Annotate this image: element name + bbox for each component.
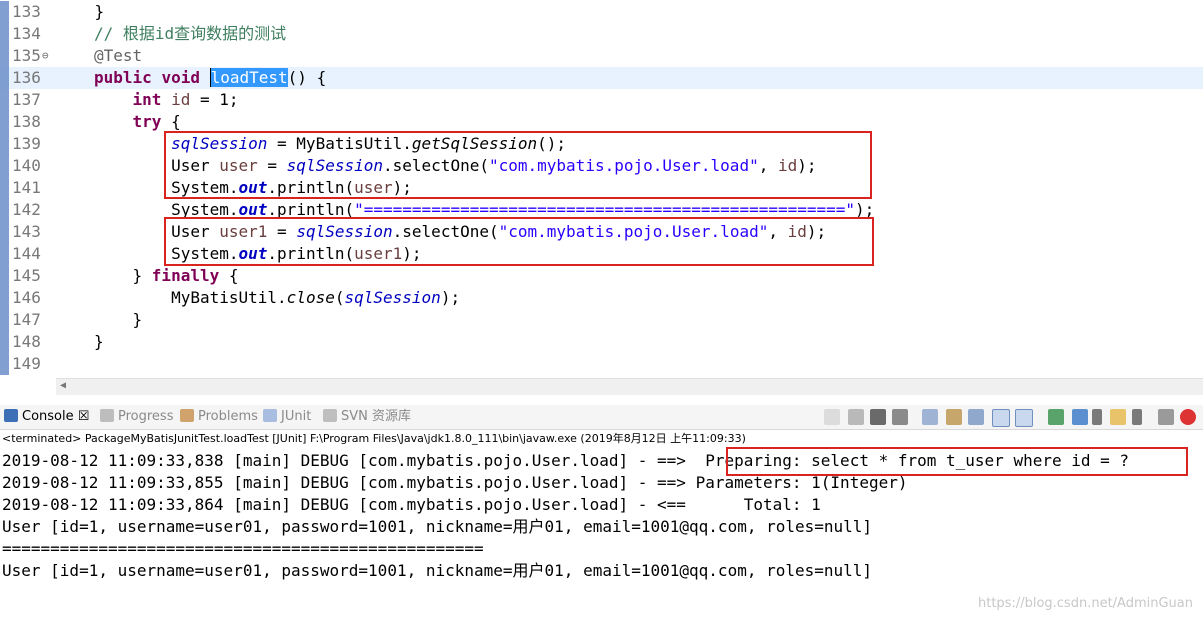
line-number: 136 [12,68,41,87]
code-text: } finally { [94,266,239,285]
junit-icon [263,409,277,422]
highlight-box [164,217,874,266]
line-number: 140 [12,156,41,175]
line-number: 138 [12,112,41,131]
code-editor[interactable]: 133 } 134 // 根据id查询数据的测试 135 ⊖ @Test 136… [0,0,1203,378]
progress-icon [100,409,114,422]
terminate-icon[interactable] [848,409,864,425]
line-number: 145 [12,266,41,285]
code-text: try { [132,112,181,131]
code-text: } [94,332,104,351]
open-console-icon[interactable] [1110,409,1126,425]
show-on-stderr-icon[interactable] [1015,409,1033,427]
console-line: User [id=1, username=user01, password=10… [2,561,873,580]
tab-junit[interactable]: JUnit [263,405,311,429]
console-status: <terminated> PackageMyBatisJunitTest.loa… [2,432,746,445]
line-number: 146 [12,288,41,307]
watermark: https://blog.csdn.net/AdminGuan [977,596,1193,611]
code-text: } [94,310,143,329]
line-number: 142 [12,200,41,219]
remove-all-icon[interactable] [892,409,908,425]
line-number: 148 [12,332,41,351]
minimize-icon[interactable] [1158,409,1174,425]
pin-console-icon[interactable] [1048,409,1064,425]
maximize-icon[interactable] [1180,409,1196,425]
code-text: public void loadTest() { [94,68,327,87]
code-text: } [56,2,105,21]
annotation-text: @Test [94,46,143,65]
line-number: 133 [12,2,41,21]
svn-icon [323,409,337,422]
view-tab-bar: Console ☒ Progress Problems JUnit SVN 资源… [0,405,1203,430]
line-number: 141 [12,178,41,197]
scroll-left-icon[interactable]: ◀ [60,380,66,391]
console-line: 2019-08-12 11:09:33,864 [main] DEBUG [co… [2,495,821,514]
remove-launch-icon[interactable] [824,409,840,425]
code-line[interactable]: 147 } [0,309,1203,331]
horizontal-scrollbar[interactable]: ◀ [56,378,1203,395]
highlight-box [164,131,872,199]
chevron-down-icon[interactable] [1132,409,1142,425]
tab-problems[interactable]: Problems [180,405,258,429]
line-number: 144 [12,244,41,263]
console-line: User [id=1, username=user01, password=10… [2,517,873,536]
remove-terminated-icon[interactable] [870,409,886,425]
code-line[interactable]: 145 } finally { [0,265,1203,287]
word-wrap-icon[interactable] [968,409,984,425]
tab-console[interactable]: Console ☒ [4,405,89,429]
fold-collapse-icon[interactable]: ⊖ [42,45,49,67]
code-line[interactable]: 146 MyBatisUtil.close(sqlSession); [0,287,1203,309]
comment-text: // 根据id查询数据的测试 [94,24,287,43]
chevron-down-icon[interactable] [1092,409,1102,425]
line-number: 137 [12,90,41,109]
code-line-current[interactable]: 136 public void loadTest() { [0,67,1203,89]
code-line[interactable]: 133 } [0,1,1203,23]
code-text: MyBatisUtil.close(sqlSession); [171,288,461,307]
console-icon [4,409,18,422]
display-console-icon[interactable] [1072,409,1088,425]
highlight-box [726,447,1188,476]
clear-console-icon[interactable] [922,409,938,425]
line-number: 149 [12,354,41,373]
code-line[interactable]: 149 [0,353,1203,375]
code-text: int id = 1; [132,90,239,109]
line-number: 143 [12,222,41,241]
problems-icon [180,409,194,422]
code-line[interactable]: 138 try { [0,111,1203,133]
code-line[interactable]: 137 int id = 1; [0,89,1203,111]
console-line: ========================================… [2,539,484,558]
show-on-stdout-icon[interactable] [992,409,1010,427]
line-number: 147 [12,310,41,329]
tab-svn[interactable]: SVN 资源库 [323,405,411,429]
tab-progress[interactable]: Progress [100,405,173,429]
line-number: 139 [12,134,41,153]
line-number: 134 [12,24,41,43]
scroll-lock-icon[interactable] [946,409,962,425]
code-line[interactable]: 135 ⊖ @Test [0,45,1203,67]
selected-method-name[interactable]: loadTest [209,68,288,87]
code-line[interactable]: 134 // 根据id查询数据的测试 [0,23,1203,45]
code-line[interactable]: 148 } [0,331,1203,353]
